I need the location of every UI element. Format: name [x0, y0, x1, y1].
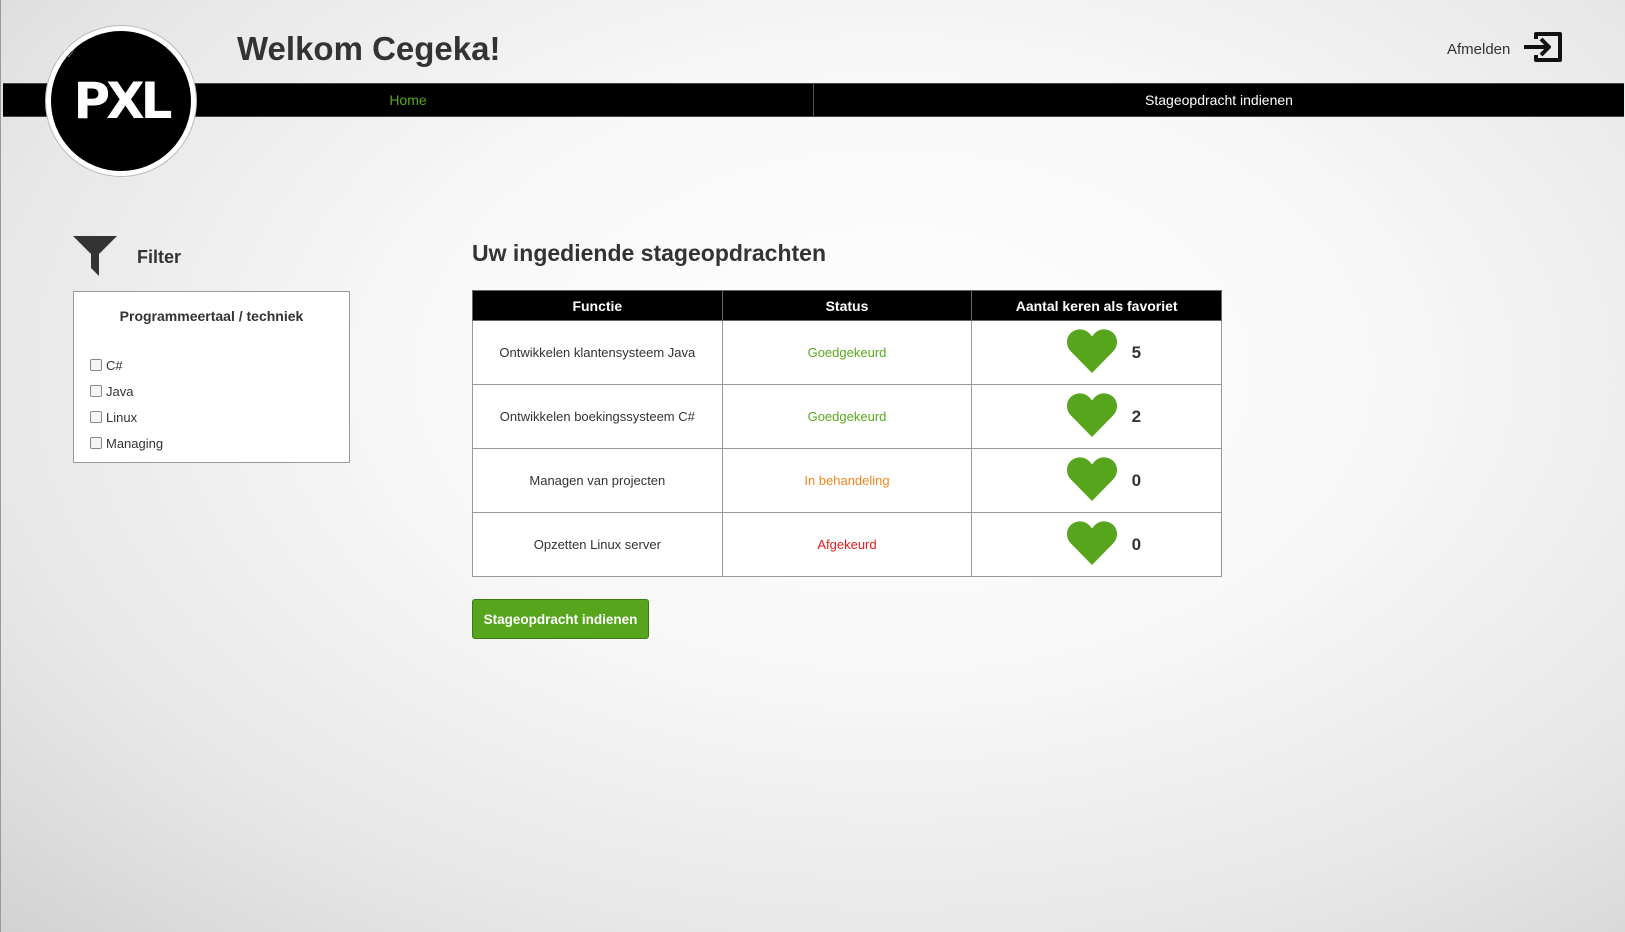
cell-favorites: 0 — [971, 448, 1222, 513]
filter-option-csharp[interactable]: C# — [90, 352, 163, 378]
column-header-status: Status — [721, 290, 973, 321]
filter-title: Filter — [137, 247, 182, 267]
cell-function: Managen van projecten — [472, 448, 723, 513]
checkbox[interactable] — [90, 437, 102, 449]
assignments-table: Functie Status Aantal keren als favoriet… — [472, 290, 1222, 577]
cell-function: Ontwikkelen klantensysteem Java — [472, 320, 723, 385]
heart-icon — [1066, 328, 1118, 377]
logo-heart-icon: ♡ — [63, 45, 75, 60]
logout-icon — [1522, 30, 1564, 69]
pxl-logo[interactable]: PXL ♡ — [46, 26, 196, 176]
heart-icon — [1066, 456, 1118, 505]
status-approved: Goedgekeurd — [721, 320, 973, 385]
logo-text: PXL — [73, 72, 172, 130]
table-row[interactable]: Managen van projecten In behandeling 0 — [472, 448, 1222, 513]
status-pending: In behandeling — [721, 448, 973, 513]
submit-assignment-button[interactable]: Stageopdracht indienen — [472, 599, 649, 639]
filter-option-label: Linux — [106, 409, 138, 425]
filter-panel: Programmeertaal / techniek C# Java Linux… — [73, 291, 350, 463]
main-nav: Home Stageopdracht indienen — [3, 83, 1624, 117]
checkbox[interactable] — [90, 385, 102, 397]
status-rejected: Afgekeurd — [721, 512, 973, 577]
table-row[interactable]: Ontwikkelen klantensysteem Java Goedgeke… — [472, 320, 1222, 385]
logout-label: Afmelden — [1447, 41, 1511, 58]
column-header-favorites: Aantal keren als favoriet — [971, 290, 1222, 321]
favorite-count: 0 — [1131, 470, 1142, 490]
filter-option-java[interactable]: Java — [90, 378, 163, 404]
cell-favorites: 0 — [971, 512, 1222, 577]
table-row[interactable]: Opzetten Linux server Afgekeurd 0 — [472, 512, 1222, 577]
cell-favorites: 2 — [971, 384, 1222, 449]
section-title: Uw ingediende stageopdrachten — [472, 240, 826, 266]
funnel-icon — [73, 234, 117, 281]
favorite-count: 5 — [1131, 342, 1142, 362]
checkbox[interactable] — [90, 411, 102, 423]
status-approved: Goedgekeurd — [721, 384, 973, 449]
checkbox[interactable] — [90, 359, 102, 371]
column-header-function: Functie — [472, 290, 723, 321]
logout-button[interactable]: Afmelden — [1447, 30, 1564, 69]
table-header-row: Functie Status Aantal keren als favoriet — [472, 290, 1222, 321]
heart-icon — [1066, 520, 1118, 569]
favorite-count: 2 — [1131, 406, 1142, 426]
filter-header: Filter — [73, 234, 181, 281]
cell-function: Ontwikkelen boekingssysteem C# — [472, 384, 723, 449]
heart-icon — [1066, 392, 1118, 441]
filter-option-label: C# — [106, 357, 123, 373]
filter-option-managing[interactable]: Managing — [90, 430, 163, 456]
nav-item-submit-assignment[interactable]: Stageopdracht indienen — [813, 84, 1624, 116]
cell-favorites: 5 — [971, 320, 1222, 385]
favorite-count: 0 — [1131, 534, 1142, 554]
filter-option-label: Managing — [106, 435, 164, 451]
page-title: Welkom Cegeka! — [237, 30, 501, 67]
filter-options: C# Java Linux Managing — [90, 352, 163, 456]
filter-option-label: Java — [106, 383, 134, 399]
filter-option-linux[interactable]: Linux — [90, 404, 163, 430]
filter-group-title: Programmeertaal / techniek — [119, 308, 304, 324]
table-row[interactable]: Ontwikkelen boekingssysteem C# Goedgekeu… — [472, 384, 1222, 449]
cell-function: Opzetten Linux server — [472, 512, 723, 577]
